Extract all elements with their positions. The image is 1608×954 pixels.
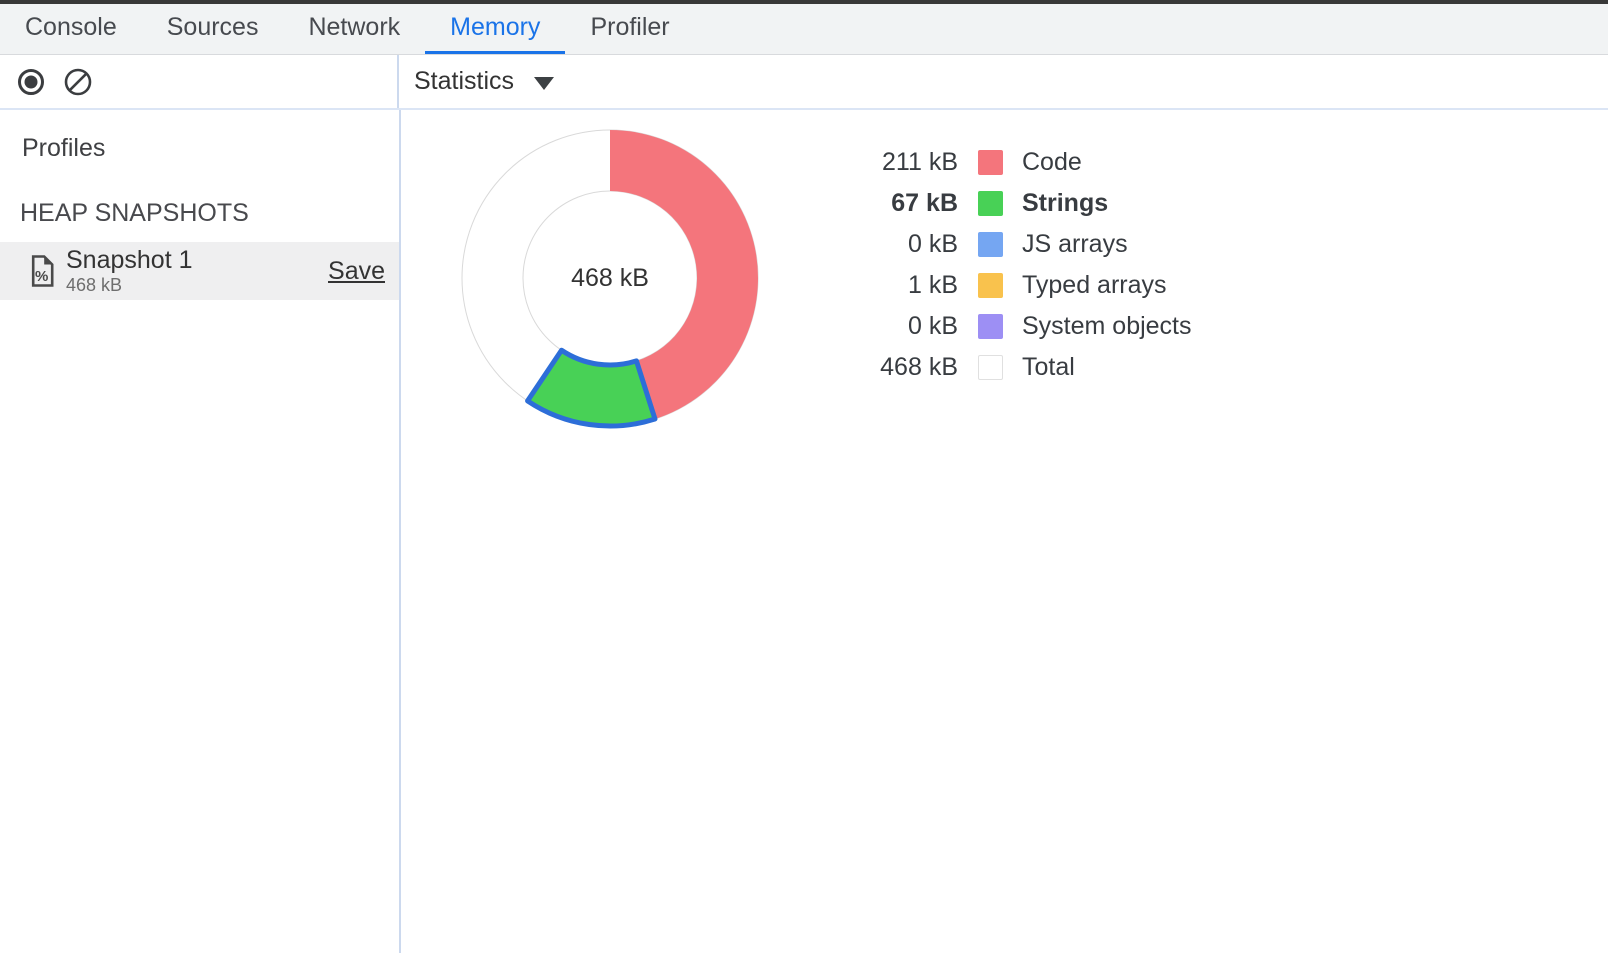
legend-label-system-objects: System objects bbox=[1022, 312, 1192, 341]
perspective-select-value: Statistics bbox=[414, 67, 514, 96]
chevron-down-icon bbox=[534, 77, 554, 90]
toolbar-right-section: Statistics bbox=[399, 55, 1608, 108]
legend-size-strings: 67 kB bbox=[858, 189, 958, 218]
record-heap-snapshot-button[interactable] bbox=[17, 68, 45, 96]
legend-size-typed-arrays: 1 kB bbox=[858, 271, 958, 300]
panel-content: Profiles HEAP SNAPSHOTS % Snapshot 1 468… bbox=[0, 110, 1608, 953]
legend-label-total: Total bbox=[1022, 353, 1075, 382]
legend-size-system-objects: 0 kB bbox=[858, 312, 958, 341]
legend-color-swatch-strings bbox=[978, 191, 1003, 216]
tab-network[interactable]: Network bbox=[283, 4, 425, 54]
memory-toolbar: Statistics bbox=[0, 55, 1608, 110]
legend-row-js-arrays[interactable]: 0 kB JS arrays bbox=[858, 224, 1192, 265]
legend-size-code: 211 kB bbox=[858, 148, 958, 177]
perspective-select[interactable]: Statistics bbox=[414, 67, 554, 96]
legend-color-swatch-total bbox=[978, 355, 1003, 380]
toolbar-left-section bbox=[0, 55, 399, 108]
snapshot-size: 468 kB bbox=[66, 276, 328, 294]
donut-slice-strings[interactable] bbox=[528, 350, 655, 426]
tab-console[interactable]: Console bbox=[0, 4, 142, 54]
profiles-sidebar: Profiles HEAP SNAPSHOTS % Snapshot 1 468… bbox=[0, 110, 401, 953]
legend-label-code: Code bbox=[1022, 148, 1082, 177]
chart-legend: 211 kB Code 67 kB Strings 0 kB JS arrays 1 kB T… bbox=[858, 142, 1192, 388]
legend-color-swatch-typed-arrays bbox=[978, 273, 1003, 298]
save-snapshot-link[interactable]: Save bbox=[328, 257, 385, 286]
legend-color-swatch-js-arrays bbox=[978, 232, 1003, 257]
panel-tabbar: Console Sources Network Memory Profiler bbox=[0, 4, 1608, 55]
clear-profiles-button[interactable] bbox=[64, 68, 92, 96]
snapshot-title: Snapshot 1 bbox=[66, 248, 328, 273]
clear-icon bbox=[64, 68, 92, 96]
donut-chart-container: 468 kB bbox=[460, 128, 760, 428]
tab-sources[interactable]: Sources bbox=[142, 4, 284, 54]
donut-ring-outline bbox=[523, 191, 697, 365]
devtools-window: Console Sources Network Memory Profiler bbox=[0, 0, 1608, 953]
legend-label-typed-arrays: Typed arrays bbox=[1022, 271, 1167, 300]
sidebar-title: Profiles bbox=[0, 110, 399, 163]
legend-size-js-arrays: 0 kB bbox=[858, 230, 958, 259]
legend-row-strings[interactable]: 67 kB Strings bbox=[858, 183, 1192, 224]
tab-memory[interactable]: Memory bbox=[425, 4, 565, 54]
legend-label-js-arrays: JS arrays bbox=[1022, 230, 1128, 259]
statistics-view: 468 kB 211 kB Code 67 kB Strings 0 kB JS arra… bbox=[401, 110, 1608, 953]
tab-profiler[interactable]: Profiler bbox=[565, 4, 694, 54]
heap-snapshot-file-icon: % bbox=[30, 255, 54, 287]
record-icon bbox=[17, 68, 45, 96]
legend-color-swatch-code bbox=[978, 150, 1003, 175]
legend-row-code[interactable]: 211 kB Code bbox=[858, 142, 1192, 183]
heap-snapshots-section-title: HEAP SNAPSHOTS bbox=[0, 199, 399, 228]
legend-color-swatch-system-objects bbox=[978, 314, 1003, 339]
donut-chart[interactable] bbox=[460, 128, 760, 428]
sidebar-item-snapshot-1[interactable]: % Snapshot 1 468 kB Save bbox=[0, 242, 399, 300]
svg-text:%: % bbox=[35, 268, 48, 285]
legend-row-total[interactable]: 468 kB Total bbox=[858, 347, 1192, 388]
legend-size-total: 468 kB bbox=[858, 353, 958, 382]
legend-row-typed-arrays[interactable]: 1 kB Typed arrays bbox=[858, 265, 1192, 306]
legend-row-system-objects[interactable]: 0 kB System objects bbox=[858, 306, 1192, 347]
legend-label-strings: Strings bbox=[1022, 189, 1108, 218]
snapshot-text: Snapshot 1 468 kB bbox=[66, 248, 328, 294]
